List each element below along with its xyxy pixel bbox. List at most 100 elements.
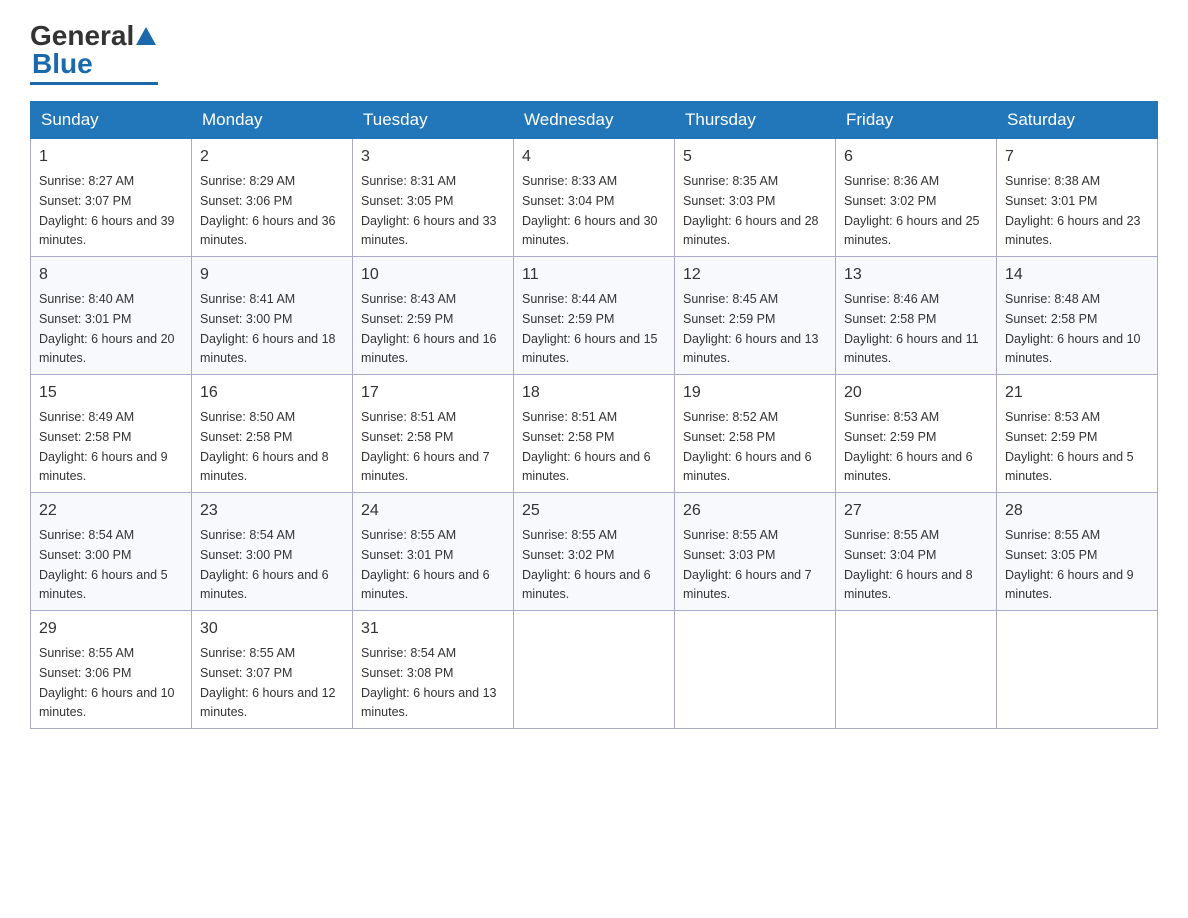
calendar-cell — [514, 611, 675, 729]
weekday-header-friday: Friday — [836, 102, 997, 139]
day-info: Sunrise: 8:45 AMSunset: 2:59 PMDaylight:… — [683, 292, 819, 365]
day-info: Sunrise: 8:55 AMSunset: 3:03 PMDaylight:… — [683, 528, 812, 601]
weekday-header-monday: Monday — [192, 102, 353, 139]
calendar-cell — [836, 611, 997, 729]
day-info: Sunrise: 8:53 AMSunset: 2:59 PMDaylight:… — [844, 410, 973, 483]
calendar-week-row: 29 Sunrise: 8:55 AMSunset: 3:06 PMDayligh… — [31, 611, 1158, 729]
calendar-week-row: 8 Sunrise: 8:40 AMSunset: 3:01 PMDaylight… — [31, 257, 1158, 375]
day-info: Sunrise: 8:55 AMSunset: 3:02 PMDaylight:… — [522, 528, 651, 601]
day-info: Sunrise: 8:36 AMSunset: 3:02 PMDaylight:… — [844, 174, 980, 247]
day-info: Sunrise: 8:49 AMSunset: 2:58 PMDaylight:… — [39, 410, 168, 483]
weekday-header-thursday: Thursday — [675, 102, 836, 139]
calendar-cell: 31 Sunrise: 8:54 AMSunset: 3:08 PMDayligh… — [353, 611, 514, 729]
logo: General Blue — [30, 20, 158, 85]
calendar-cell: 1 Sunrise: 8:27 AMSunset: 3:07 PMDaylight… — [31, 139, 192, 257]
calendar-cell: 14 Sunrise: 8:48 AMSunset: 2:58 PMDayligh… — [997, 257, 1158, 375]
calendar-week-row: 1 Sunrise: 8:27 AMSunset: 3:07 PMDaylight… — [31, 139, 1158, 257]
calendar-cell: 2 Sunrise: 8:29 AMSunset: 3:06 PMDaylight… — [192, 139, 353, 257]
day-number: 26 — [683, 499, 827, 523]
calendar-cell: 8 Sunrise: 8:40 AMSunset: 3:01 PMDaylight… — [31, 257, 192, 375]
day-number: 5 — [683, 145, 827, 169]
day-number: 9 — [200, 263, 344, 287]
calendar-cell: 29 Sunrise: 8:55 AMSunset: 3:06 PMDayligh… — [31, 611, 192, 729]
calendar-cell: 17Sunrise: 8:51 AMSunset: 2:58 PMDayligh… — [353, 375, 514, 493]
day-number: 7 — [1005, 145, 1149, 169]
day-info: Sunrise: 8:55 AMSunset: 3:05 PMDaylight:… — [1005, 528, 1134, 601]
day-number: 8 — [39, 263, 183, 287]
calendar-cell: 12 Sunrise: 8:45 AMSunset: 2:59 PMDayligh… — [675, 257, 836, 375]
day-number: 12 — [683, 263, 827, 287]
day-info: Sunrise: 8:40 AMSunset: 3:01 PMDaylight:… — [39, 292, 175, 365]
day-info: Sunrise: 8:54 AMSunset: 3:00 PMDaylight:… — [200, 528, 329, 601]
calendar-week-row: 15 Sunrise: 8:49 AMSunset: 2:58 PMDayligh… — [31, 375, 1158, 493]
day-number: 31 — [361, 617, 505, 641]
day-info: Sunrise: 8:52 AMSunset: 2:58 PMDaylight:… — [683, 410, 812, 483]
calendar-cell: 10 Sunrise: 8:43 AMSunset: 2:59 PMDayligh… — [353, 257, 514, 375]
day-number: 18 — [522, 381, 666, 405]
calendar-cell: 26 Sunrise: 8:55 AMSunset: 3:03 PMDayligh… — [675, 493, 836, 611]
day-number: 10 — [361, 263, 505, 287]
weekday-header-row: SundayMondayTuesdayWednesdayThursdayFrid… — [31, 102, 1158, 139]
day-number: 13 — [844, 263, 988, 287]
day-number: 15 — [39, 381, 183, 405]
day-info: Sunrise: 8:44 AMSunset: 2:59 PMDaylight:… — [522, 292, 658, 365]
day-number: 1 — [39, 145, 183, 169]
calendar-cell: 9 Sunrise: 8:41 AMSunset: 3:00 PMDaylight… — [192, 257, 353, 375]
calendar-cell: 28 Sunrise: 8:55 AMSunset: 3:05 PMDayligh… — [997, 493, 1158, 611]
day-info: Sunrise: 8:54 AMSunset: 3:08 PMDaylight:… — [361, 646, 497, 719]
day-number: 20 — [844, 381, 988, 405]
day-info: Sunrise: 8:51 AMSunset: 2:58 PMDaylight:… — [522, 410, 651, 483]
day-number: 4 — [522, 145, 666, 169]
day-number: 25 — [522, 499, 666, 523]
calendar-cell — [675, 611, 836, 729]
day-number: 21 — [1005, 381, 1149, 405]
day-number: 6 — [844, 145, 988, 169]
day-number: 11 — [522, 263, 666, 287]
day-number: 2 — [200, 145, 344, 169]
day-info: Sunrise: 8:55 AMSunset: 3:06 PMDaylight:… — [39, 646, 175, 719]
day-info: Sunrise: 8:55 AMSunset: 3:07 PMDaylight:… — [200, 646, 336, 719]
day-number: 16 — [200, 381, 344, 405]
calendar-cell: 3 Sunrise: 8:31 AMSunset: 3:05 PMDaylight… — [353, 139, 514, 257]
calendar-cell: 18 Sunrise: 8:51 AMSunset: 2:58 PMDayligh… — [514, 375, 675, 493]
logo-blue-text: Blue — [32, 48, 93, 80]
day-info: Sunrise: 8:55 AMSunset: 3:04 PMDaylight:… — [844, 528, 973, 601]
calendar-cell: 4Sunrise: 8:33 AMSunset: 3:04 PMDaylight… — [514, 139, 675, 257]
day-info: Sunrise: 8:29 AMSunset: 3:06 PMDaylight:… — [200, 174, 336, 247]
calendar-cell: 6 Sunrise: 8:36 AMSunset: 3:02 PMDaylight… — [836, 139, 997, 257]
day-number: 28 — [1005, 499, 1149, 523]
day-info: Sunrise: 8:46 AMSunset: 2:58 PMDaylight:… — [844, 292, 979, 365]
calendar-cell: 13 Sunrise: 8:46 AMSunset: 2:58 PMDayligh… — [836, 257, 997, 375]
day-info: Sunrise: 8:48 AMSunset: 2:58 PMDaylight:… — [1005, 292, 1141, 365]
calendar-table: SundayMondayTuesdayWednesdayThursdayFrid… — [30, 101, 1158, 729]
day-number: 19 — [683, 381, 827, 405]
weekday-header-tuesday: Tuesday — [353, 102, 514, 139]
calendar-cell: 5Sunrise: 8:35 AMSunset: 3:03 PMDaylight… — [675, 139, 836, 257]
calendar-cell: 25 Sunrise: 8:55 AMSunset: 3:02 PMDayligh… — [514, 493, 675, 611]
day-number: 27 — [844, 499, 988, 523]
day-number: 22 — [39, 499, 183, 523]
calendar-cell: 16Sunrise: 8:50 AMSunset: 2:58 PMDayligh… — [192, 375, 353, 493]
calendar-cell: 15 Sunrise: 8:49 AMSunset: 2:58 PMDayligh… — [31, 375, 192, 493]
day-info: Sunrise: 8:43 AMSunset: 2:59 PMDaylight:… — [361, 292, 497, 365]
day-number: 24 — [361, 499, 505, 523]
calendar-week-row: 22 Sunrise: 8:54 AMSunset: 3:00 PMDayligh… — [31, 493, 1158, 611]
calendar-cell: 7Sunrise: 8:38 AMSunset: 3:01 PMDaylight… — [997, 139, 1158, 257]
day-number: 29 — [39, 617, 183, 641]
calendar-cell: 22Sunrise: 8:54 AMSunset: 3:00 PMDayligh… — [31, 493, 192, 611]
weekday-header-sunday: Sunday — [31, 102, 192, 139]
day-number: 30 — [200, 617, 344, 641]
day-number: 3 — [361, 145, 505, 169]
logo-triangle-icon — [136, 26, 156, 46]
day-info: Sunrise: 8:27 AMSunset: 3:07 PMDaylight:… — [39, 174, 175, 247]
day-number: 17 — [361, 381, 505, 405]
day-info: Sunrise: 8:31 AMSunset: 3:05 PMDaylight:… — [361, 174, 497, 247]
day-info: Sunrise: 8:41 AMSunset: 3:00 PMDaylight:… — [200, 292, 336, 365]
calendar-cell: 27 Sunrise: 8:55 AMSunset: 3:04 PMDayligh… — [836, 493, 997, 611]
calendar-cell: 11 Sunrise: 8:44 AMSunset: 2:59 PMDayligh… — [514, 257, 675, 375]
calendar-cell: 23Sunrise: 8:54 AMSunset: 3:00 PMDayligh… — [192, 493, 353, 611]
page-header: General Blue — [30, 20, 1158, 85]
day-info: Sunrise: 8:53 AMSunset: 2:59 PMDaylight:… — [1005, 410, 1134, 483]
day-info: Sunrise: 8:55 AMSunset: 3:01 PMDaylight:… — [361, 528, 490, 601]
day-number: 14 — [1005, 263, 1149, 287]
